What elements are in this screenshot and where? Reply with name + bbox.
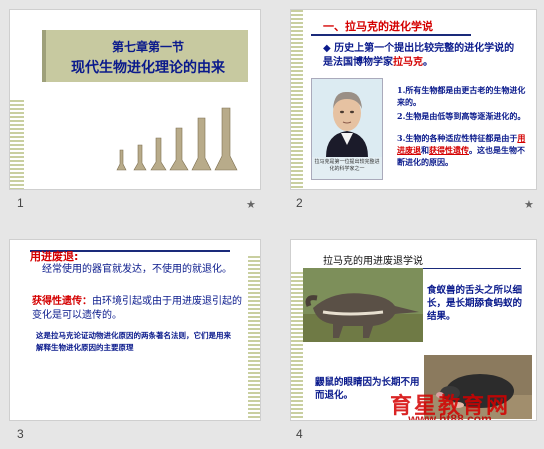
slide-2-stripe	[291, 10, 303, 189]
slide-2-heading: 一、拉马克的进化学说	[323, 20, 433, 33]
slide-2-number-label: 2	[296, 196, 303, 210]
slide-1-title-line1: 第七章第一节	[111, 40, 184, 54]
slide-3[interactable]: 用进废退: 经常使用的器官就发达，不使用的就退化。 获得性遗传：由环境引起或由于…	[9, 239, 261, 421]
slide-3-term-2: 获得性遗传：	[32, 296, 92, 307]
slide-4-heading: 拉马克的用进废退学说	[323, 256, 423, 267]
slide-3-item-2: 获得性遗传：由环境引起或由于用进废退引起的变化是可以遗传的。	[32, 295, 246, 323]
intro-bullet: ◆	[323, 43, 335, 54]
slide-2-point-1: 1.所有生物都是由更古老的生物进化来的。	[397, 85, 526, 107]
slide-1-title-line2: 现代生物进化理论的由来	[71, 60, 225, 76]
slide-4-stripe	[291, 272, 303, 420]
slide-4-number-label: 4	[296, 427, 303, 441]
title-left-bar	[42, 30, 46, 82]
slide-2-intro: ◆ 历史上第一个提出比较完整的进化学说的是法国博物学家拉马克。	[323, 42, 523, 70]
slide-3-summary: 这是拉马克论证动物进化原因的两条著名法则，它们是用来解释生物进化原因的主要原理	[36, 331, 231, 352]
watermark-logo: 育星教育网 www.ht88.com	[361, 388, 536, 421]
slide-3-term-1: 用进废退:	[30, 250, 79, 263]
lamarck-portrait-image	[312, 79, 382, 157]
portrait-caption: 拉马克是第一位提出较完整进化的科学家之一	[314, 159, 380, 172]
point3-mid: 和	[421, 145, 429, 155]
lamarck-portrait-frame: 拉马克是第一位提出较完整进化的科学家之一	[311, 78, 383, 180]
slide-3-def-1: 经常使用的器官就发达，不使用的就退化。	[42, 264, 232, 275]
slide-3-number-label: 3	[17, 427, 24, 441]
watermark-url: www.ht88.com	[408, 412, 492, 421]
intro-name: 拉马克	[393, 57, 423, 68]
horse-leg-fossils-image	[116, 107, 238, 171]
slide-1-stripe	[10, 100, 24, 189]
slide-2-point-2: 2.生物是由低等到高等逐渐进化的。	[397, 111, 526, 121]
slide-2-point-3: 3.生物的各种适应性特征都是由于用进废退和获得性遗传。这也是生物不断进化的原因。	[397, 132, 531, 168]
point3-part1: 3.生物的各种适应性特征都是由于	[397, 133, 518, 143]
slide-1[interactable]: 第七章第一节 现代生物进化理论的由来 1	[9, 9, 261, 190]
slide-1-star-icon[interactable]: ★	[246, 198, 256, 211]
slide-1-number-label: 1	[17, 196, 24, 210]
intro-end: 。	[423, 57, 433, 68]
slide-3-stripe	[248, 256, 260, 420]
point3-term2: 获得性遗传	[429, 145, 469, 155]
slide-4[interactable]: 拉马克的用进废退学说 食蚁兽的舌头之所以细长，是长期舔食蚂蚁的结果。 鼹鼠的眼睛…	[290, 239, 537, 421]
slide-2-heading-underline	[311, 34, 471, 36]
anteater-image	[303, 268, 423, 342]
anteater-caption: 食蚁兽的舌头之所以细长，是长期舔食蚂蚁的结果。	[427, 285, 523, 322]
slide-2-star-icon[interactable]: ★	[524, 198, 534, 211]
slide-2[interactable]: 一、拉马克的进化学说 ◆ 历史上第一个提出比较完整的进化学说的是法国博物学家拉马…	[290, 9, 537, 190]
